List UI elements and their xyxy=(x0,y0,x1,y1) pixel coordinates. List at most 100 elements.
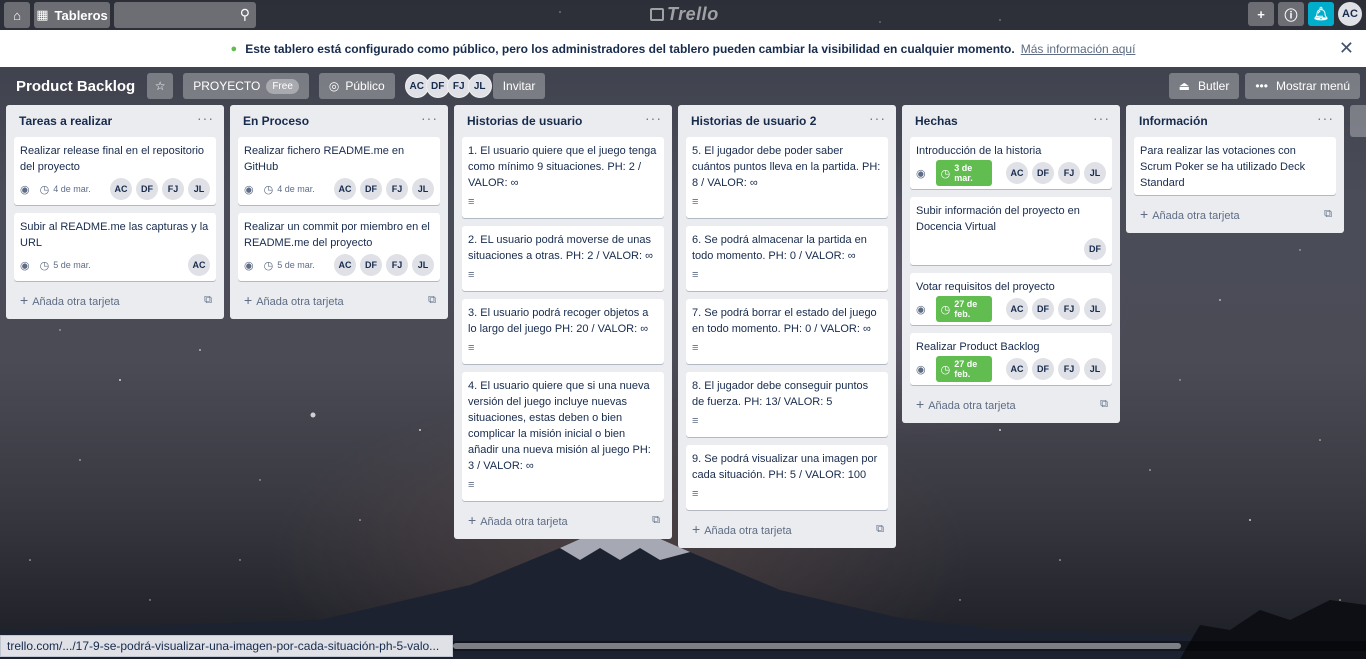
card[interactable]: Introducción de la historia ◉ ◷ 3 de mar. AC… xyxy=(910,137,1112,189)
due-date-badge[interactable]: ◷ 5 de mar. xyxy=(264,259,315,272)
member-avatar[interactable]: AC xyxy=(110,178,132,200)
card[interactable]: 8. El jugador debe conseguir puntos de f… xyxy=(686,372,888,437)
card[interactable]: 4. El usuario quiere que si una nueva ve… xyxy=(462,372,664,501)
card[interactable]: 5. El jugador debe poder saber cuántos p… xyxy=(686,137,888,218)
member-avatar[interactable]: DF xyxy=(360,254,382,276)
card[interactable]: 1. El usuario quiere que el juego tenga … xyxy=(462,137,664,218)
list-menu-icon[interactable]: ··· xyxy=(197,110,214,126)
member-avatar[interactable]: DF xyxy=(1032,298,1054,320)
list-title[interactable]: Tareas a realizar xyxy=(19,114,112,128)
card-template-icon[interactable]: ⧉ xyxy=(1100,398,1108,411)
butler-button[interactable]: ⏏ Butler xyxy=(1168,73,1240,99)
add-card-button[interactable]: + Añada otra tarjeta ⧉ xyxy=(1134,199,1336,229)
card-template-icon[interactable]: ⧉ xyxy=(428,294,436,307)
scrollbar-thumb[interactable] xyxy=(453,643,1181,649)
list-menu-icon[interactable]: ··· xyxy=(1317,110,1334,126)
list-menu-icon[interactable]: ··· xyxy=(645,110,662,126)
list-title[interactable]: En Proceso xyxy=(243,114,309,128)
card[interactable]: Realizar Product Backlog ◉ ◷ 27 de feb. AC DF… xyxy=(910,333,1112,385)
card-title: Subir al README.me las capturas y la URL xyxy=(20,221,209,249)
member-avatar[interactable]: AC xyxy=(1006,358,1028,380)
member-avatar[interactable]: JL xyxy=(467,74,492,98)
card[interactable]: Subir información del proyecto en Docenc… xyxy=(910,197,1112,265)
card[interactable]: Subir al README.me las capturas y la URL… xyxy=(14,213,216,281)
search-input[interactable]: ⚲ xyxy=(114,2,256,28)
card[interactable]: 6. Se podrá almacenar la partida en todo… xyxy=(686,226,888,291)
list-menu-icon[interactable]: ··· xyxy=(421,110,438,126)
description-icon: ≡ xyxy=(692,196,699,208)
horizontal-scrollbar[interactable] xyxy=(453,641,1366,651)
invite-button[interactable]: Invitar xyxy=(492,73,546,99)
due-date-text: 4 de mar. xyxy=(277,184,315,194)
card-template-icon[interactable]: ⧉ xyxy=(204,294,212,307)
star-button[interactable]: ☆ xyxy=(147,73,174,99)
add-card-button[interactable]: + Añada otra tarjeta ⧉ xyxy=(462,505,664,535)
eye-icon: ◉ xyxy=(916,167,926,180)
card-template-icon[interactable]: ⧉ xyxy=(876,523,884,536)
list-title[interactable]: Hechas xyxy=(915,114,958,128)
card-template-icon[interactable]: ⧉ xyxy=(652,514,660,527)
close-icon[interactable]: ✕ xyxy=(1339,38,1354,59)
member-avatar[interactable]: DF xyxy=(360,178,382,200)
list-title[interactable]: Información xyxy=(1139,114,1208,128)
list-title[interactable]: Historias de usuario xyxy=(467,114,582,128)
due-date-badge[interactable]: ◷ 4 de mar. xyxy=(40,183,91,196)
member-avatar[interactable]: FJ xyxy=(1058,162,1080,184)
member-avatar[interactable]: AC xyxy=(1006,298,1028,320)
member-avatar[interactable]: FJ xyxy=(162,178,184,200)
due-complete-badge[interactable]: ◷ 27 de feb. xyxy=(935,296,992,322)
card-template-icon[interactable]: ⧉ xyxy=(1324,208,1332,221)
trello-logo[interactable]: Trello xyxy=(650,4,719,25)
add-card-button[interactable]: + Añada otra tarjeta ⧉ xyxy=(686,514,888,544)
member-avatar[interactable]: AC xyxy=(188,254,210,276)
list-menu-icon[interactable]: ··· xyxy=(869,110,886,126)
member-avatar[interactable]: JL xyxy=(188,178,210,200)
member-avatar[interactable]: FJ xyxy=(1058,358,1080,380)
due-date-badge[interactable]: ◷ 4 de mar. xyxy=(264,183,315,196)
user-avatar[interactable]: AC xyxy=(1338,2,1362,26)
card[interactable]: 2. EL usuario podrá moverse de unas situ… xyxy=(462,226,664,291)
member-avatar[interactable]: DF xyxy=(1032,162,1054,184)
member-avatar[interactable]: AC xyxy=(334,254,356,276)
member-avatar[interactable]: JL xyxy=(412,254,434,276)
card[interactable]: 9. Se podrá visualizar una imagen por ca… xyxy=(686,445,888,510)
member-avatar[interactable]: DF xyxy=(1032,358,1054,380)
due-complete-badge[interactable]: ◷ 3 de mar. xyxy=(935,160,992,186)
more-info-link[interactable]: Más información aquí xyxy=(1021,42,1136,56)
card[interactable]: 3. El usuario podrá recoger objetos a lo… xyxy=(462,299,664,364)
due-complete-badge[interactable]: ◷ 27 de feb. xyxy=(935,356,992,382)
add-card-button[interactable]: + Añada otra tarjeta ⧉ xyxy=(910,389,1112,419)
info-button[interactable]: ⓘ xyxy=(1278,2,1304,26)
list-title[interactable]: Historias de usuario 2 xyxy=(691,114,816,128)
member-avatar[interactable]: FJ xyxy=(386,178,408,200)
member-avatar[interactable]: DF xyxy=(1084,238,1106,260)
member-avatar[interactable]: FJ xyxy=(386,254,408,276)
member-avatar[interactable]: JL xyxy=(1084,162,1106,184)
list-menu-icon[interactable]: ··· xyxy=(1093,110,1110,126)
boards-button[interactable]: ▦ Tableros xyxy=(34,2,110,28)
member-avatar[interactable]: JL xyxy=(1084,358,1106,380)
member-avatar[interactable]: FJ xyxy=(1058,298,1080,320)
home-button[interactable]: ⌂ xyxy=(4,2,30,28)
add-card-button[interactable]: + Añada otra tarjeta ⧉ xyxy=(14,285,216,315)
member-avatar[interactable]: JL xyxy=(1084,298,1106,320)
visibility-button[interactable]: ◎ Público xyxy=(318,73,395,99)
card[interactable]: 7. Se podrá borrar el estado del juego e… xyxy=(686,299,888,364)
add-list-button[interactable] xyxy=(1350,105,1366,137)
member-avatar[interactable]: JL xyxy=(412,178,434,200)
board-title[interactable]: Product Backlog xyxy=(8,78,143,95)
add-card-button[interactable]: + Añada otra tarjeta ⧉ xyxy=(238,285,440,315)
card[interactable]: Realizar un commit por miembro en el REA… xyxy=(238,213,440,281)
member-avatar[interactable]: DF xyxy=(136,178,158,200)
member-avatar[interactable]: AC xyxy=(1006,162,1028,184)
card[interactable]: Para realizar las votaciones con Scrum P… xyxy=(1134,137,1336,195)
notifications-button[interactable]: 🔔︎ xyxy=(1308,2,1334,26)
team-button[interactable]: PROYECTO Free xyxy=(183,73,309,99)
card[interactable]: Votar requisitos del proyecto ◉ ◷ 27 de feb… xyxy=(910,273,1112,325)
member-avatar[interactable]: AC xyxy=(334,178,356,200)
show-menu-button[interactable]: ••• Mostrar menú xyxy=(1245,73,1360,99)
card[interactable]: Realizar fichero README.me en GitHub ◉ ◷ 4 … xyxy=(238,137,440,205)
card[interactable]: Realizar release final en el repositorio… xyxy=(14,137,216,205)
due-date-badge[interactable]: ◷ 5 de mar. xyxy=(40,259,91,272)
create-button[interactable]: + xyxy=(1248,2,1274,26)
